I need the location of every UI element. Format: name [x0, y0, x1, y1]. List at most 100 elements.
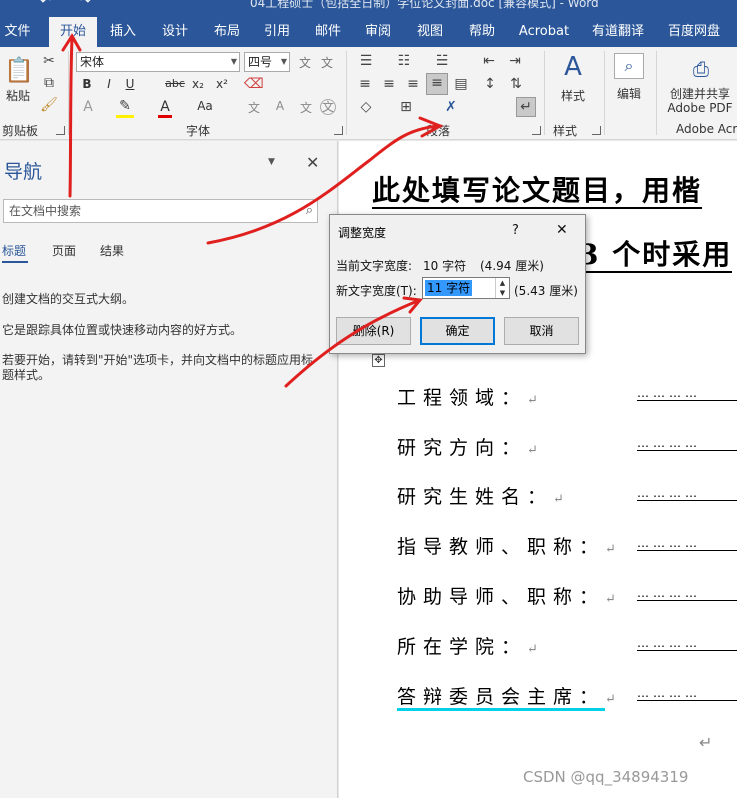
tab-review[interactable]: 审阅 — [356, 17, 400, 47]
font-group-label: 字体 — [186, 124, 211, 138]
tab-layout[interactable]: 布局 — [204, 17, 250, 47]
field-line[interactable]: ………… — [637, 386, 737, 401]
highlight-icon[interactable]: ✎ — [116, 97, 134, 118]
italic-button[interactable]: I — [103, 77, 115, 91]
tab-mailings[interactable]: 邮件 — [306, 17, 350, 47]
tab-design[interactable]: 设计 — [152, 17, 198, 47]
superscript-button[interactable]: x² — [214, 77, 230, 91]
bold-button[interactable]: B — [80, 77, 94, 91]
paragraph-launcher[interactable] — [532, 126, 541, 135]
tab-help[interactable]: 帮助 — [460, 17, 504, 47]
chevron-down-icon: ▼ — [230, 57, 237, 66]
field-line[interactable]: ………… — [637, 586, 737, 601]
redo-icon[interactable]: ↷ — [80, 0, 91, 9]
field-line[interactable]: ………… — [637, 436, 737, 451]
numbering-icon[interactable]: ☷ — [394, 52, 414, 70]
tab-youdao[interactable]: 有道翻译 — [586, 17, 650, 47]
justify-icon[interactable]: ≡ — [426, 73, 448, 95]
new-width-value[interactable]: 11 字符 — [425, 280, 473, 296]
bullets-icon[interactable]: ☰ — [356, 52, 376, 70]
copy-icon[interactable]: ⧉ — [40, 74, 58, 92]
align-right-icon[interactable]: ≡ — [404, 75, 422, 93]
title-bar: ↶ ↷ 04工程硕士（包括全日制）学位论文封面.doc [兼容模式] - Wor… — [0, 0, 737, 17]
nav-tab-results[interactable]: 结果 — [100, 242, 124, 259]
font-color-button[interactable]: A — [158, 99, 172, 118]
grow-font-button[interactable]: 文 — [296, 54, 314, 71]
styles-button[interactable]: 样式 — [556, 87, 590, 104]
tab-acrobat[interactable]: Acrobat — [514, 17, 574, 47]
field-line[interactable]: ………… — [637, 636, 737, 651]
styles-launcher[interactable] — [592, 126, 601, 135]
create-pdf-line2[interactable]: Adobe PDF — [660, 101, 737, 115]
enclose-char-button[interactable]: 文 — [320, 99, 336, 115]
cancel-button[interactable]: 取消 — [504, 317, 579, 345]
search-icon[interactable]: ⌕ — [306, 200, 313, 222]
cut-icon[interactable]: ✂ — [40, 52, 58, 70]
close-icon[interactable]: ✕ — [556, 222, 568, 238]
change-case-button[interactable]: Aa — [192, 99, 218, 113]
nav-tab-pages[interactable]: 页面 — [52, 242, 76, 259]
clear-format-icon[interactable]: ⌫ — [244, 75, 264, 93]
tab-file[interactable]: 文件 — [0, 17, 35, 47]
chevron-up-icon[interactable]: ▲ — [496, 278, 509, 288]
field-line[interactable]: ………… — [637, 686, 737, 701]
chevron-down-icon[interactable]: ▼ — [268, 157, 275, 167]
increase-indent-icon[interactable]: ⇥ — [506, 52, 524, 70]
table-move-handle-icon[interactable]: ✥ — [372, 354, 385, 367]
chevron-down-icon[interactable]: ▼ — [496, 288, 509, 298]
borders-icon[interactable]: ⊞ — [396, 98, 416, 116]
help-button[interactable]: ? — [512, 223, 519, 238]
doc-title-line2: 3 个时采用 — [579, 238, 733, 273]
shading-icon[interactable]: ◇ — [356, 98, 376, 116]
decrease-indent-icon[interactable]: ⇤ — [480, 52, 498, 70]
spinner-arrows[interactable]: ▲ ▼ — [495, 278, 509, 298]
distributed-icon[interactable]: ▤ — [452, 75, 470, 93]
strikethrough-button[interactable]: abc — [164, 77, 186, 90]
font-size-value: 四号 — [248, 55, 273, 69]
pdf-share-icon[interactable]: ⎙ — [686, 55, 716, 83]
delete-button[interactable]: 删除(R) — [336, 317, 411, 345]
tab-baidu[interactable]: 百度网盘 — [662, 17, 726, 47]
align-left-icon[interactable]: ≡ — [356, 75, 374, 93]
paragraph-mark-icon: ↵ — [553, 492, 564, 507]
underline-button[interactable]: U — [124, 77, 136, 91]
phonetic-button[interactable]: 文 — [246, 99, 262, 116]
new-width-spinner[interactable]: 11 字符 ▲ ▼ — [422, 277, 510, 299]
align-center-icon[interactable]: ≡ — [380, 75, 398, 93]
text-effects-button[interactable]: A — [80, 99, 96, 115]
tab-references[interactable]: 引用 — [256, 17, 298, 47]
font-launcher[interactable] — [334, 126, 343, 135]
styles-icon[interactable]: A — [558, 51, 588, 83]
format-painter-icon[interactable]: 🖌 — [40, 96, 58, 114]
editing-button[interactable]: 编辑 — [612, 85, 646, 102]
paragraph-mark-icon: ↵ — [527, 393, 538, 408]
shrink-font-button[interactable]: 文 — [318, 54, 336, 71]
font-name-combo[interactable]: 宋体 ▼ — [76, 52, 240, 72]
nav-search-input[interactable]: 在文档中搜索 ⌕ — [3, 199, 318, 223]
char-border-button[interactable]: A — [272, 99, 288, 113]
chinese-layout-icon[interactable]: ✗ — [440, 98, 462, 116]
multilevel-list-icon[interactable]: ☱ — [432, 52, 452, 70]
show-marks-icon[interactable]: ↵ — [516, 97, 536, 117]
sort-icon[interactable]: ⇅ — [506, 75, 526, 93]
tab-insert[interactable]: 插入 — [100, 17, 146, 47]
nav-tab-headings[interactable]: 标题 — [2, 242, 26, 259]
tab-view[interactable]: 视图 — [408, 17, 452, 47]
clipboard-launcher[interactable] — [56, 126, 65, 135]
undo-icon[interactable]: ↶ — [40, 0, 51, 9]
field-line[interactable]: ………… — [637, 536, 737, 551]
paste-button[interactable]: 粘贴 — [2, 87, 34, 104]
search-icon[interactable]: ⌕ — [614, 53, 644, 79]
ok-button[interactable]: 确定 — [420, 317, 495, 345]
navigation-pane: 导航 ▼ ✕ 在文档中搜索 ⌕ 标题 页面 结果 创建文档的交互式大纲。 它是跟… — [0, 141, 338, 798]
paragraph-mark-icon: ↵ — [605, 542, 616, 557]
tab-home[interactable]: 开始 — [49, 17, 97, 47]
line-spacing-icon[interactable]: ↕ — [480, 75, 500, 93]
char-shading-button[interactable]: 文 — [298, 99, 314, 116]
field-line[interactable]: ………… — [637, 486, 737, 501]
font-size-combo[interactable]: 四号 ▼ — [244, 52, 290, 72]
close-icon[interactable]: ✕ — [306, 153, 319, 172]
subscript-button[interactable]: x₂ — [190, 77, 206, 91]
paste-icon[interactable]: 📋 — [4, 55, 34, 85]
create-pdf-line1[interactable]: 创建并共享 — [660, 85, 737, 102]
